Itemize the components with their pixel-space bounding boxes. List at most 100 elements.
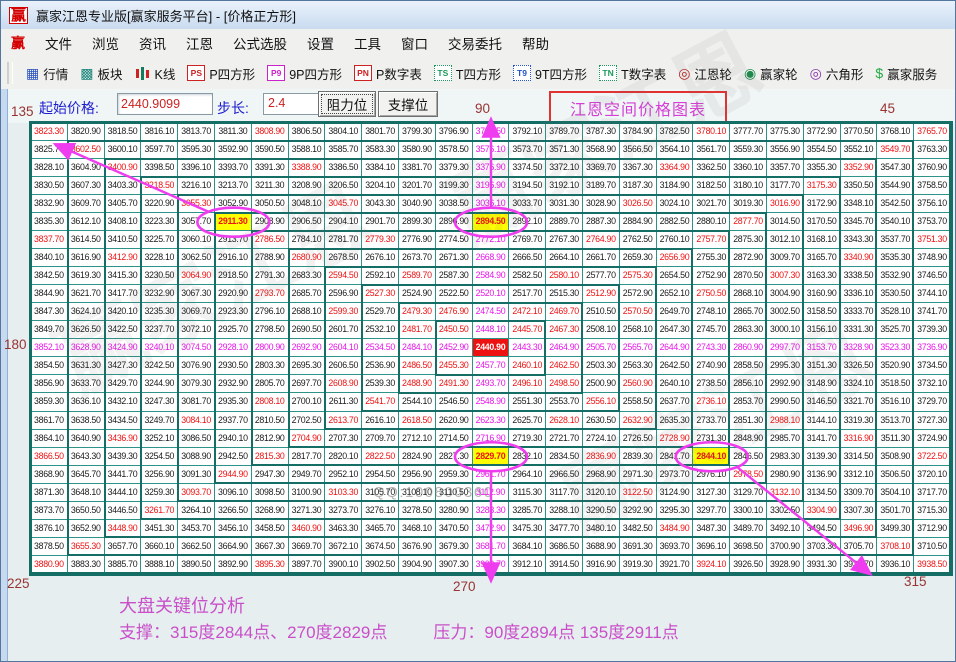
toolbar-button-2[interactable]: K线: [129, 60, 182, 86]
grid-cell: 2544.10: [399, 393, 436, 411]
menu-item-5[interactable]: 设置: [297, 33, 344, 56]
grid-cell: 2808.10: [252, 393, 289, 411]
grid-cell: 2500.90: [583, 375, 620, 393]
grid-cell: 2973.70: [657, 466, 694, 484]
grid-cell: 3252.10: [141, 430, 178, 448]
grid-cell: 2997.70: [767, 339, 804, 357]
grid-cell: 2832.10: [509, 448, 546, 466]
dollar-service-icon: $: [875, 66, 883, 80]
grid-cell: 3758.50: [914, 177, 951, 195]
grid-cell: 3777.70: [730, 123, 767, 141]
grid-cell: 2731.30: [693, 430, 730, 448]
grid-row: 3880.903883.303885.703888.103890.503892.…: [31, 556, 951, 574]
grid-cell: 3871.30: [31, 484, 68, 502]
grid-cell: 3475.30: [509, 520, 546, 538]
menu-item-4[interactable]: 公式选股: [223, 33, 297, 56]
grid-cell: 2848.90: [730, 430, 767, 448]
grid-cell: 3264.10: [178, 502, 215, 520]
toolbar-button-11[interactable]: ◎六角形: [804, 60, 870, 86]
grid-cell: 2786.50: [252, 231, 289, 249]
grid-cell: 3890.50: [178, 556, 215, 574]
grid-cell: 2755.30: [693, 249, 730, 267]
grid-cell: 3931.30: [804, 556, 841, 574]
grid-cell: 2853.70: [730, 393, 767, 411]
start-price-input[interactable]: [117, 93, 213, 115]
grid-cell: 2978.50: [730, 466, 767, 484]
grid-cell: 3472.90: [473, 520, 510, 538]
toolbar-button-6[interactable]: TST四方形: [428, 60, 507, 86]
toolbar-button-9[interactable]: ◎江恩轮: [672, 60, 738, 86]
menu-item-0[interactable]: 文件: [35, 33, 82, 56]
grid-cell: 3650.50: [68, 502, 105, 520]
grid-cell: 3664.90: [215, 538, 252, 556]
grid-cell: 3847.30: [31, 303, 68, 321]
grid-cell: 3520.90: [877, 357, 914, 375]
start-price-label: 起始价格:: [39, 98, 99, 118]
menu-item-1[interactable]: 浏览: [82, 33, 129, 56]
grid-cell: 2966.50: [546, 466, 583, 484]
grid-cell: 3369.70: [583, 159, 620, 177]
menu-item-8[interactable]: 交易委托: [438, 33, 512, 56]
grid-cell: 3021.70: [693, 195, 730, 213]
grid-cell: 3091.30: [178, 466, 215, 484]
p-square-icon: PS: [187, 65, 205, 81]
grid-cell: 3432.10: [105, 393, 142, 411]
grid-cell: 3753.70: [914, 213, 951, 231]
toolbar-label: 板块: [97, 64, 122, 83]
menu-item-3[interactable]: 江恩: [176, 33, 223, 56]
grid-cell: 3146.50: [804, 393, 841, 411]
grid-cell: 3511.30: [877, 430, 914, 448]
grid-cell: 2688.10: [289, 303, 326, 321]
toolbar-button-1[interactable]: ▩板块: [74, 60, 128, 86]
toolbar-button-8[interactable]: TNT数字表: [593, 60, 672, 86]
step-label: 步长:: [217, 98, 249, 118]
grid-cell: 2577.70: [583, 267, 620, 285]
menu-item-6[interactable]: 工具: [344, 33, 391, 56]
grid-cell: 3072.10: [178, 321, 215, 339]
grid-cell: 2620.90: [436, 412, 473, 430]
grid-cell: 2505.70: [583, 339, 620, 357]
grid-cell: 2481.70: [399, 321, 436, 339]
grid-cell: 3110.50: [436, 484, 473, 502]
grid-cell: 2865.70: [730, 303, 767, 321]
toolbar-button-4[interactable]: P99P四方形: [261, 60, 348, 86]
grid-cell: 2534.50: [362, 339, 399, 357]
candlestick-icon: [135, 67, 151, 80]
toolbar-label: P数字表: [376, 64, 422, 83]
grid-cell: 2462.50: [546, 357, 583, 375]
grid-cell: 2899.30: [399, 213, 436, 231]
resistance-button[interactable]: 阻力位: [318, 91, 376, 117]
grid-cell: 3412.90: [105, 249, 142, 267]
grid-cell: 3000.10: [767, 321, 804, 339]
support-button[interactable]: 支撑位: [378, 91, 438, 117]
menu-item-7[interactable]: 窗口: [391, 33, 438, 56]
toolbar-button-5[interactable]: PNP数字表: [348, 60, 428, 86]
grid-cell: 3496.90: [841, 520, 878, 538]
grid-cell: 2908.90: [252, 213, 289, 231]
grid-cell: 3261.70: [141, 502, 178, 520]
grid-cell: 3352.90: [841, 159, 878, 177]
grid-row: 3861.703638.503434.503249.703084.102937.…: [31, 412, 951, 430]
grid-cell: 3705.70: [841, 538, 878, 556]
toolbar-button-7[interactable]: T99T四方形: [507, 60, 593, 86]
menu-item-9[interactable]: 帮助: [512, 33, 559, 56]
grid-cell: 3914.50: [546, 556, 583, 574]
toolbar-button-3[interactable]: PSP四方形: [181, 60, 261, 86]
toolbar-button-10[interactable]: ◉赢家轮: [738, 60, 804, 86]
grid-cell: 3902.50: [362, 556, 399, 574]
grid-cell: 3273.70: [325, 502, 362, 520]
menu-item-2[interactable]: 资讯: [129, 33, 176, 56]
grid-cell: 3340.90: [841, 249, 878, 267]
grid-cell: 3830.50: [31, 177, 68, 195]
grid-cell: 3024.10: [657, 195, 694, 213]
grid-cell: 3554.50: [804, 141, 841, 159]
grid-cell: 3312.10: [841, 466, 878, 484]
grid-cell: 2851.30: [730, 412, 767, 430]
toolbar-button-12[interactable]: $赢家服务: [869, 60, 943, 86]
grid-cell: 3422.50: [105, 321, 142, 339]
grid-cell: 3098.50: [252, 484, 289, 502]
grid-cell: 2450.50: [436, 321, 473, 339]
grid-cell: 2668.90: [473, 249, 510, 267]
grid-cell: 3103.30: [325, 484, 362, 502]
toolbar-button-0[interactable]: ▦行情: [20, 60, 74, 86]
